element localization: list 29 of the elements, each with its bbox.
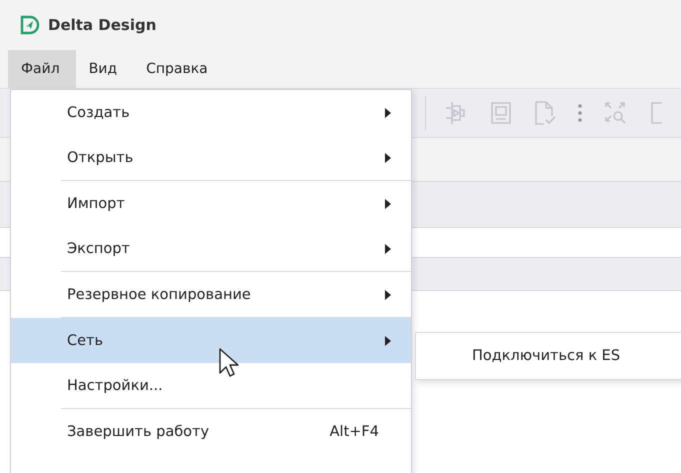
mouse-pointer-icon [219,348,239,378]
menu-item-label: Открыть [67,150,134,166]
menu-item-label: Завершить работу [67,424,210,440]
chip-icon[interactable] [490,101,512,125]
menu-item-label: Сеть [67,332,104,348]
zoom-fit-icon[interactable] [604,101,628,125]
menu-item-label: Экспорт [67,240,131,256]
menu-item[interactable]: Импорт [11,181,411,226]
menu-item-label: Резервное копирование [67,286,252,302]
menu-item-label: Импорт [67,196,126,212]
menu-item-label: Настройки... [67,378,164,394]
menu-item[interactable]: Завершить работу Alt+F4 [11,409,411,454]
more-icon[interactable] [578,104,582,122]
component-icon[interactable] [444,100,468,126]
menu-item[interactable]: Сеть [11,318,411,363]
menu-bar-item[interactable]: Справка [133,50,224,88]
menu-bar-item[interactable]: Файл [8,50,76,88]
document-check-icon[interactable] [534,100,556,126]
menu-item[interactable]: Подключиться к ES [416,348,620,364]
menu-item[interactable]: Создать [11,90,411,135]
menu-bar-item[interactable]: Вид [76,50,134,88]
window-title: Delta Design [48,16,156,34]
menu-item[interactable]: Открыть [11,135,411,180]
shortcut-label: Alt+F4 [330,424,379,440]
menu-item[interactable]: Настройки... [11,363,411,408]
app-logo-icon [20,15,40,35]
menu-item-label: Создать [67,104,131,120]
menu-item[interactable]: Экспорт [11,226,411,271]
menu-item[interactable]: Резервное копирование [11,272,411,317]
